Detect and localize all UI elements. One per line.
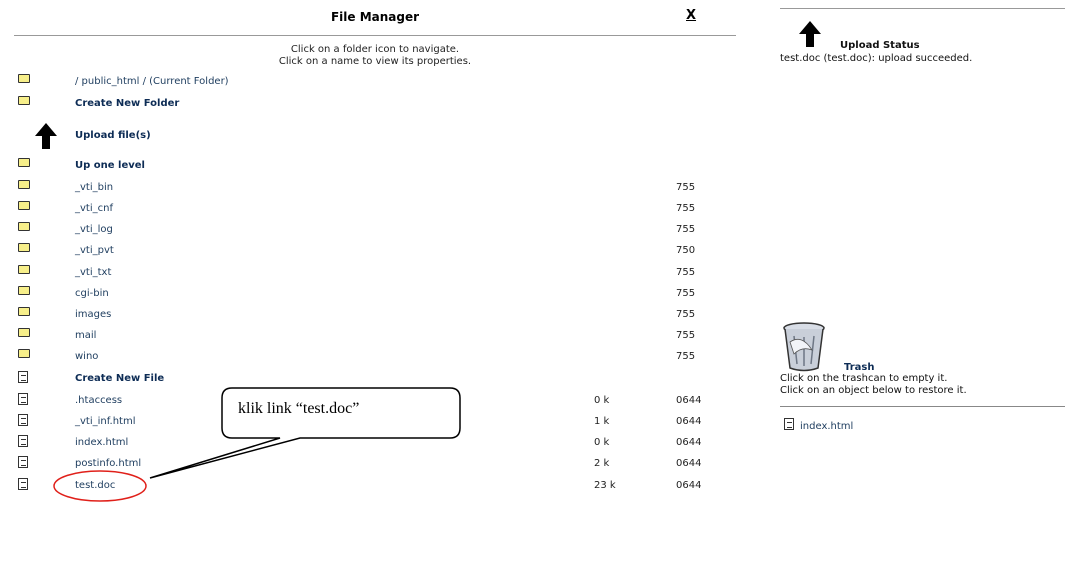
file-manager-panel: File Manager X Click on a folder icon to… <box>14 8 736 528</box>
folder-row[interactable]: cgi-bin 755 <box>14 284 736 305</box>
file-name[interactable]: index.html <box>75 437 128 448</box>
folder-row[interactable]: _vti_txt 755 <box>14 263 736 284</box>
window-title: File Manager <box>330 10 420 24</box>
upload-status-message: test.doc (test.doc): upload succeeded. <box>780 53 973 64</box>
folder-name[interactable]: _vti_cnf <box>75 203 113 214</box>
folder-perm: 755 <box>676 203 696 214</box>
folder-icon[interactable] <box>18 286 30 295</box>
up-level-row[interactable]: Up one level <box>14 156 736 177</box>
up-arrow-icon[interactable] <box>34 122 58 150</box>
folder-row[interactable]: mail 755 <box>14 326 736 347</box>
side-top-divider <box>780 8 1065 9</box>
folder-name[interactable]: _vti_txt <box>75 267 111 278</box>
trash-item-name[interactable]: index.html <box>800 421 853 432</box>
file-size: 2 k <box>594 458 610 469</box>
folder-icon[interactable] <box>18 265 30 274</box>
folder-perm: 755 <box>676 182 696 193</box>
folder-name[interactable]: cgi-bin <box>75 288 109 299</box>
side-panel: Upload Status test.doc (test.doc): uploa… <box>780 8 1078 548</box>
file-row[interactable]: postinfo.html 2 k 0644 <box>14 454 736 475</box>
current-folder-row: / public_html / (Current Folder) <box>14 72 736 93</box>
instruction-line-2: Click on a name to view its properties. <box>278 56 472 67</box>
folder-icon[interactable] <box>18 328 30 337</box>
trashcan-icon[interactable] <box>780 320 828 375</box>
folder-name[interactable]: mail <box>75 330 96 341</box>
up-level-link[interactable]: Up one level <box>75 160 145 171</box>
file-perm: 0644 <box>676 395 702 406</box>
folder-row[interactable]: _vti_bin 755 <box>14 178 736 199</box>
trash-divider <box>780 406 1065 407</box>
file-size: 0 k <box>594 395 610 406</box>
folder-icon[interactable] <box>18 201 30 210</box>
file-icon <box>784 418 794 430</box>
create-file-row[interactable]: Create New File <box>14 369 736 390</box>
folder-name[interactable]: _vti_pvt <box>75 245 114 256</box>
upload-row[interactable]: Upload file(s) <box>14 118 736 150</box>
create-file-link[interactable]: Create New File <box>75 373 164 384</box>
instruction-line-1: Click on a folder icon to navigate. <box>290 44 460 55</box>
folder-perm: 755 <box>676 330 696 341</box>
upload-status-title: Upload Status <box>840 40 920 51</box>
up-arrow-icon <box>798 20 822 51</box>
folder-name[interactable]: _vti_bin <box>75 182 113 193</box>
file-name[interactable]: .htaccess <box>75 395 122 406</box>
folder-perm: 755 <box>676 309 696 320</box>
trash-title: Trash <box>844 362 875 373</box>
file-name[interactable]: postinfo.html <box>75 458 141 469</box>
folder-icon[interactable] <box>18 222 30 231</box>
folder-perm: 755 <box>676 267 696 278</box>
upload-link[interactable]: Upload file(s) <box>75 130 151 141</box>
file-perm: 0644 <box>676 480 702 491</box>
folder-name[interactable]: _vti_log <box>75 224 113 235</box>
trash-instruction-2: Click on an object below to restore it. <box>780 385 967 396</box>
file-icon <box>18 414 28 426</box>
folder-perm: 755 <box>676 288 696 299</box>
folder-row[interactable]: wino 755 <box>14 347 736 368</box>
file-perm: 0644 <box>676 458 702 469</box>
file-perm: 0644 <box>676 437 702 448</box>
folder-row[interactable]: _vti_pvt 750 <box>14 241 736 262</box>
file-icon <box>18 393 28 405</box>
folder-name[interactable]: images <box>75 309 111 320</box>
file-row[interactable]: index.html 0 k 0644 <box>14 433 736 454</box>
folder-perm: 755 <box>676 351 696 362</box>
folder-row[interactable]: images 755 <box>14 305 736 326</box>
file-name[interactable]: _vti_inf.html <box>75 416 135 427</box>
file-size: 23 k <box>594 480 616 491</box>
file-icon <box>18 435 28 447</box>
file-icon <box>18 456 28 468</box>
folder-icon[interactable] <box>18 349 30 358</box>
create-folder-row[interactable]: Create New Folder <box>14 94 736 115</box>
file-icon <box>18 478 28 490</box>
folder-perm: 750 <box>676 245 696 256</box>
file-name[interactable]: test.doc <box>75 480 115 491</box>
folder-row[interactable]: _vti_log 755 <box>14 220 736 241</box>
create-folder-link[interactable]: Create New Folder <box>75 98 179 109</box>
folder-perm: 755 <box>676 224 696 235</box>
header-divider <box>14 35 736 36</box>
file-perm: 0644 <box>676 416 702 427</box>
file-size: 1 k <box>594 416 610 427</box>
folder-icon <box>18 96 30 105</box>
file-row[interactable]: test.doc 23 k 0644 <box>14 476 736 497</box>
folder-icon <box>18 74 30 83</box>
folder-row[interactable]: _vti_cnf 755 <box>14 199 736 220</box>
folder-name[interactable]: wino <box>75 351 98 362</box>
close-button[interactable]: X <box>686 8 696 23</box>
folder-icon[interactable] <box>18 307 30 316</box>
trash-instruction-1: Click on the trashcan to empty it. <box>780 373 948 384</box>
folder-icon[interactable] <box>18 243 30 252</box>
folder-icon <box>18 158 30 167</box>
current-folder-path[interactable]: / public_html / (Current Folder) <box>75 76 229 87</box>
instructions: Click on a folder icon to navigate. Clic… <box>14 44 736 68</box>
folder-icon[interactable] <box>18 180 30 189</box>
file-icon <box>18 371 28 383</box>
file-size: 0 k <box>594 437 610 448</box>
callout-text: klik link “test.doc” <box>238 400 360 417</box>
